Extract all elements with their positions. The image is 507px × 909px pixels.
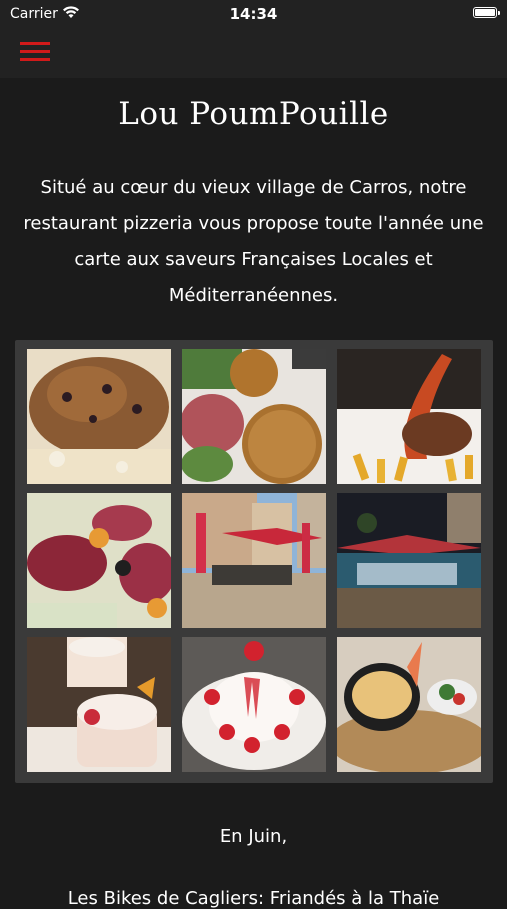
- battery-icon: [473, 7, 500, 18]
- hamburger-menu-icon[interactable]: [20, 42, 50, 64]
- gallery-photo-lobster[interactable]: [337, 349, 481, 484]
- gallery-photo-night-terrace[interactable]: [337, 493, 481, 628]
- gallery-photo-dessert-verrines[interactable]: [27, 637, 171, 772]
- status-bar: Carrier 14:34: [0, 0, 507, 28]
- gallery-photo-strawberry-dessert[interactable]: [182, 637, 326, 772]
- status-time: 14:34: [229, 5, 278, 23]
- navigation-bar: [0, 28, 507, 78]
- gallery-photo-charcuterie-pizza[interactable]: [27, 493, 171, 628]
- intro-text: Situé au cœur du vieux village de Carros…: [23, 177, 484, 306]
- month-heading: En Juin,: [219, 826, 288, 847]
- page-title: Lou PoumPouille: [118, 96, 389, 132]
- gallery-photo-village-terrace[interactable]: [182, 493, 326, 628]
- gallery-photo-gratin[interactable]: [337, 637, 481, 772]
- gallery-photo-arancini[interactable]: [182, 349, 326, 484]
- gallery-photo-pizza[interactable]: [27, 349, 171, 484]
- event-line: Les Bikes de Cagliers: Friandés à la Tha…: [67, 888, 440, 909]
- photo-gallery: [15, 340, 493, 783]
